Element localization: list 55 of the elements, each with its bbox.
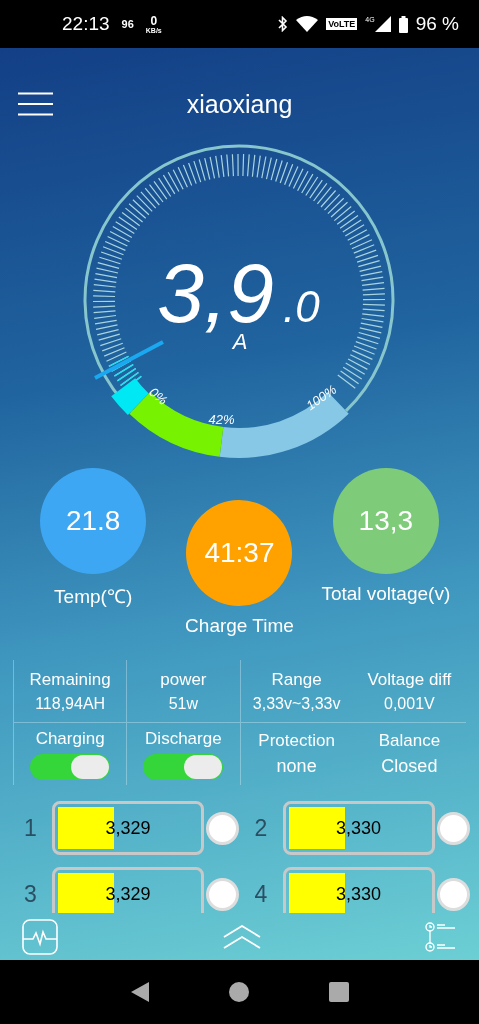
stat-label: Range bbox=[271, 669, 322, 690]
toggle-switch[interactable] bbox=[143, 753, 224, 780]
signal-icon bbox=[374, 16, 391, 32]
battery-icon bbox=[398, 15, 408, 33]
cell-number: 1 bbox=[24, 814, 38, 842]
clock-time: 22:13 bbox=[62, 13, 110, 35]
network-speed: 0 bbox=[150, 14, 158, 27]
volte-label: VoLTE bbox=[326, 18, 358, 30]
status-label: Balance bbox=[378, 731, 441, 751]
readout-label: Temp(℃) bbox=[54, 585, 133, 609]
status-value: Closed bbox=[381, 756, 438, 777]
stat-value: 3,33v~3,33v bbox=[252, 694, 341, 713]
stat-label: Remaining bbox=[29, 669, 111, 690]
wifi-icon bbox=[296, 16, 319, 32]
menu-button[interactable] bbox=[18, 92, 53, 116]
switch-label: Discharge bbox=[145, 728, 222, 749]
timeline-icon bbox=[425, 921, 457, 952]
gauge-marker bbox=[110, 378, 149, 415]
back-button[interactable] bbox=[129, 981, 150, 1003]
scale-label: 42% bbox=[208, 411, 234, 427]
readout-circle: 13,3 bbox=[332, 468, 439, 574]
cell-number: 2 bbox=[254, 814, 269, 842]
gauge-needle bbox=[93, 340, 164, 380]
cell-number: 4 bbox=[254, 880, 269, 908]
cell-number: 3 bbox=[24, 880, 38, 908]
status-label: Protection bbox=[258, 731, 335, 751]
readout-label: Total voltage(v) bbox=[321, 583, 451, 605]
notification-count: 96 bbox=[121, 18, 134, 30]
scale-label: 0% bbox=[145, 384, 170, 408]
stat-label: power bbox=[160, 669, 207, 690]
stat-value: 0,001V bbox=[384, 694, 435, 713]
switch-label: Charging bbox=[35, 728, 105, 749]
toggle-switch[interactable] bbox=[30, 753, 111, 780]
expand-button[interactable] bbox=[222, 924, 261, 949]
battery-percent: 96 % bbox=[415, 13, 459, 35]
home-button[interactable] bbox=[229, 982, 250, 1002]
stat-value: 118,94AH bbox=[35, 694, 106, 713]
recents-icon bbox=[329, 982, 350, 1002]
pulse-icon bbox=[22, 918, 58, 955]
current-decimal: .0 bbox=[282, 282, 320, 331]
back-icon bbox=[129, 981, 150, 1003]
stat-label: Voltage diff bbox=[367, 669, 452, 690]
home-icon bbox=[229, 982, 250, 1002]
history-button[interactable] bbox=[425, 921, 457, 952]
stat-value: 51w bbox=[168, 694, 199, 713]
status-value: none bbox=[276, 756, 317, 777]
readout-circle: 41:37 bbox=[186, 500, 293, 606]
monitor-button[interactable] bbox=[22, 918, 58, 955]
menu-icon bbox=[18, 92, 53, 116]
recents-button[interactable] bbox=[329, 982, 350, 1002]
readout-label: Charge Time bbox=[185, 615, 294, 637]
bluetooth-icon bbox=[278, 16, 289, 32]
device-name: xiaoxiang bbox=[185, 89, 294, 119]
chevron-up-icon bbox=[222, 924, 261, 949]
readout-circle: 21.8 bbox=[40, 468, 147, 574]
